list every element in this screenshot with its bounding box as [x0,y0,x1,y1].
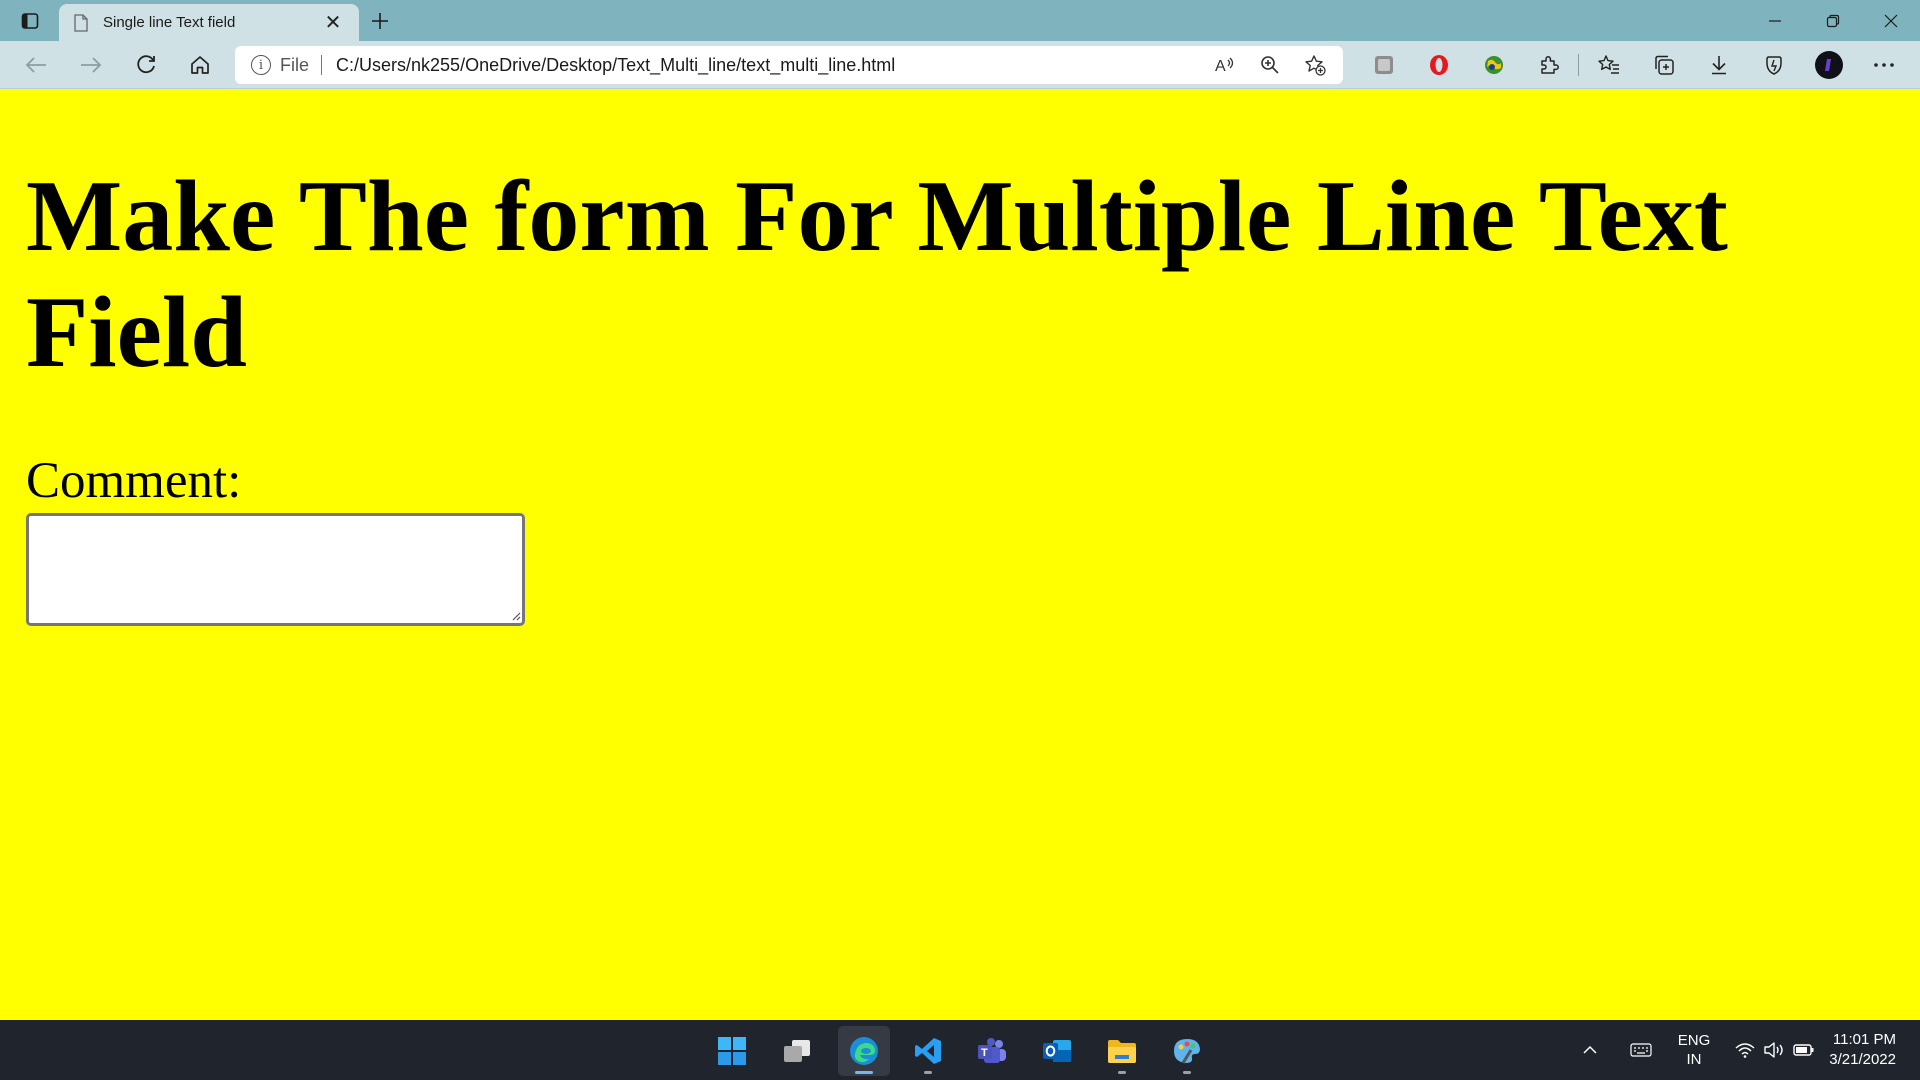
new-tab-button[interactable] [359,0,401,41]
restore-button[interactable] [1804,0,1862,41]
plus-icon [372,12,388,29]
arrow-left-icon [25,56,46,73]
browser-tab-strip: Single line Text field ✕ [0,0,1920,41]
extension-grey-icon[interactable] [1356,41,1411,89]
tab-actions-icon [21,12,38,29]
system-tray: ENG IN 11:01 PM 3/21/2022 [1566,1020,1920,1080]
scheme-label: File [280,54,310,75]
minimize-button[interactable] [1746,0,1804,41]
vscode-icon [915,1038,941,1064]
folder-icon [1108,1040,1136,1063]
browser-tab-active[interactable]: Single line Text field ✕ [59,4,359,41]
windows-logo-icon [718,1037,746,1065]
zoom-icon[interactable] [1247,46,1292,84]
close-icon [1884,14,1898,27]
page-icon [74,13,88,32]
teams-icon: T [978,1038,1006,1063]
comment-textarea[interactable] [26,513,525,626]
edge-icon [850,1037,878,1065]
start-button[interactable] [706,1026,758,1076]
taskbar-edge[interactable] [838,1026,890,1076]
tab-actions-button[interactable] [0,0,59,41]
extensions-bar [1356,41,1911,89]
keyboard-icon [1630,1043,1652,1057]
active-indicator [855,1071,873,1074]
task-view-icon [784,1040,810,1062]
language-indicator[interactable]: ENG IN [1668,1031,1720,1069]
running-indicator [1183,1071,1191,1074]
svg-text:A: A [1215,58,1226,75]
tab-close-icon[interactable]: ✕ [319,9,347,37]
downloads-icon[interactable] [1691,41,1746,89]
taskbar-vscode[interactable] [902,1026,954,1076]
outlook-icon [1043,1040,1071,1062]
address-bar-icons: A [1202,46,1337,84]
opera-extension-icon[interactable] [1411,41,1466,89]
paint-icon [1174,1039,1200,1064]
running-indicator [924,1071,932,1074]
site-info-icon[interactable]: i [251,55,271,75]
refresh-button[interactable] [118,41,173,89]
performance-icon[interactable] [1746,41,1801,89]
minimize-icon [1769,19,1781,22]
address-bar[interactable]: i File C:/Users/nk255/OneDrive/Desktop/T… [235,46,1343,84]
keyboard-button[interactable] [1614,1043,1668,1057]
read-aloud-icon[interactable]: A [1202,46,1247,84]
collections-icon[interactable] [1636,41,1691,89]
forward-button[interactable] [63,41,118,89]
refresh-icon [136,54,155,73]
back-button[interactable] [8,41,63,89]
profile-avatar[interactable] [1801,41,1856,89]
address-url[interactable]: C:/Users/nk255/OneDrive/Desktop/Text_Mul… [336,55,1202,76]
taskbar-file-explorer[interactable] [1096,1026,1148,1076]
comment-label: Comment: [26,453,242,509]
browser-toolbar: i File C:/Users/nk255/OneDrive/Desktop/T… [0,41,1920,89]
taskbar: T ENG IN 11:01 PM 3/21/2022 [0,1020,1920,1080]
favorites-icon[interactable] [1581,41,1636,89]
home-button[interactable] [172,41,227,89]
taskbar-teams[interactable]: T [966,1026,1018,1076]
clock[interactable]: 11:01 PM 3/21/2022 [1820,1030,1920,1070]
home-icon [190,55,209,74]
address-separator [321,55,323,75]
volume-icon [1764,1042,1783,1058]
wifi-icon [1735,1043,1755,1058]
more-options-icon[interactable] [1856,41,1911,89]
page-heading: Make The form For Multiple Line Text Fie… [26,160,1728,389]
clock-date: 3/21/2022 [1829,1051,1896,1068]
resize-grip-icon[interactable] [510,610,521,621]
show-hidden-icons-button[interactable] [1566,1045,1614,1055]
chevron-up-icon [1583,1045,1597,1054]
task-view-button[interactable] [771,1026,823,1076]
close-window-button[interactable] [1862,0,1920,41]
globe-extension-icon[interactable] [1466,41,1521,89]
taskbar-outlook[interactable] [1031,1026,1083,1076]
language-code: ENG [1677,1032,1711,1049]
svg-text:T: T [981,1047,988,1059]
clock-time: 11:01 PM [1832,1031,1896,1048]
toolbar-separator [1578,54,1579,76]
battery-icon [1793,1044,1814,1056]
arrow-right-icon [80,56,101,73]
extensions-puzzle-icon[interactable] [1521,41,1576,89]
restore-icon [1826,14,1840,27]
language-region: IN [1686,1051,1702,1068]
taskbar-paint[interactable] [1161,1026,1213,1076]
running-indicator [1118,1071,1126,1074]
page-content: Make The form For Multiple Line Text Fie… [0,89,1920,1020]
tab-title: Single line Text field [103,14,236,31]
quick-settings-button[interactable] [1720,1042,1820,1058]
window-controls [1746,0,1920,41]
add-favorite-icon[interactable] [1292,46,1337,84]
